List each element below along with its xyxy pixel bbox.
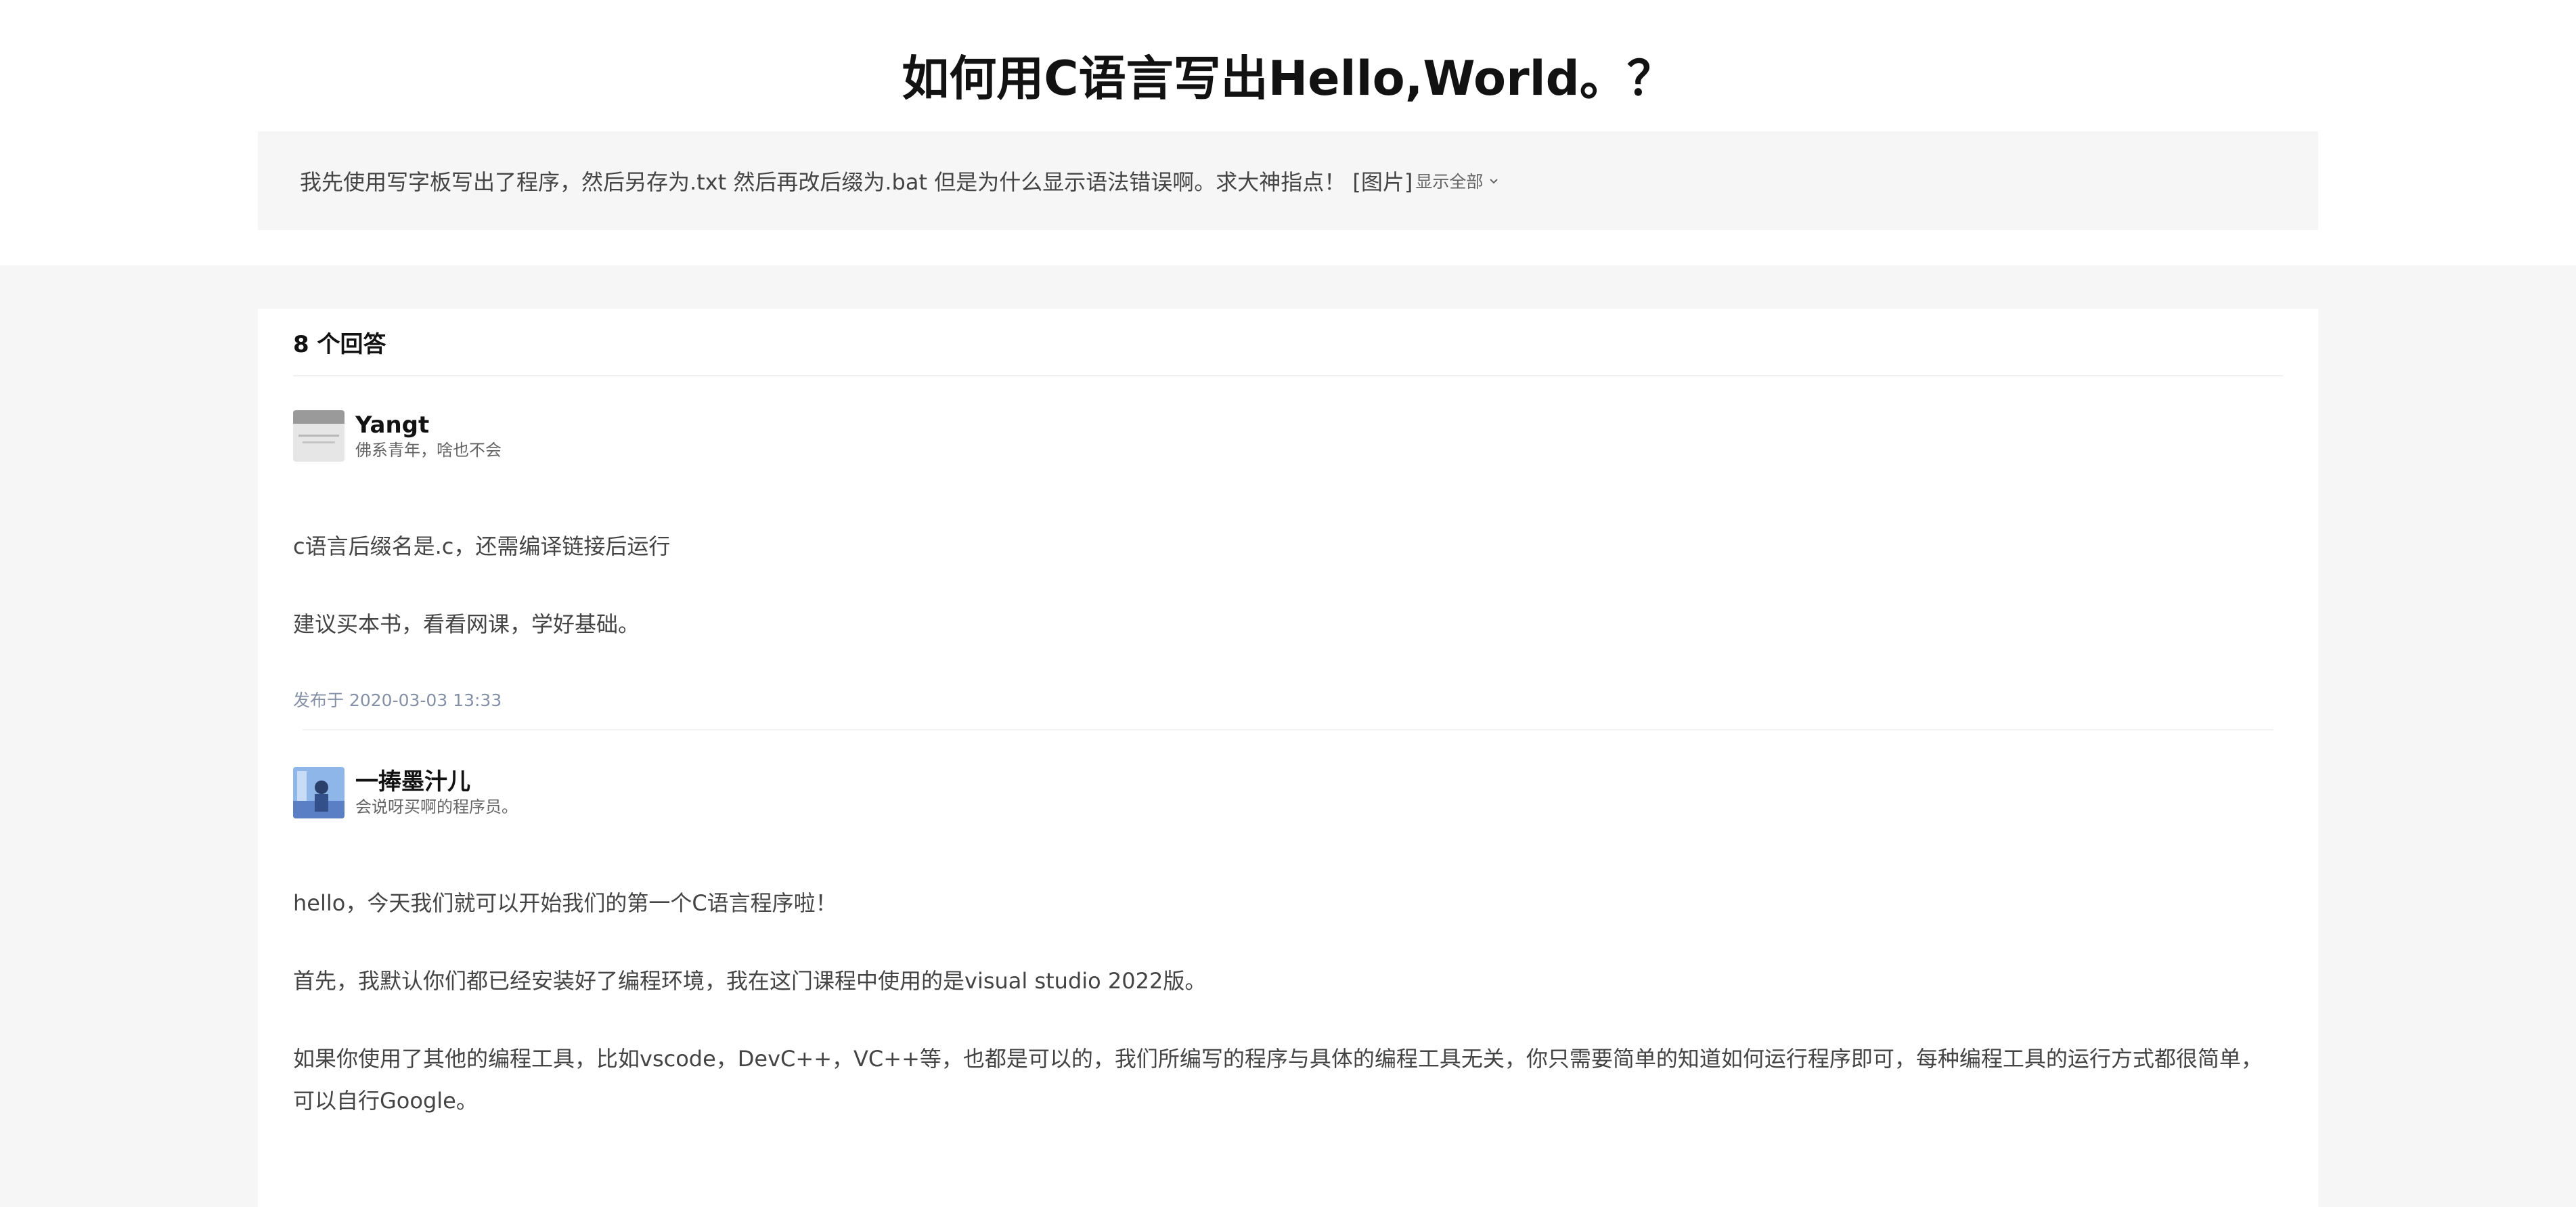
chevron-down-icon xyxy=(1490,179,1498,184)
answer-item: 一捧墨汁儿 会说呀买啊的程序员。 hello，今天我们就可以开始我们的第一个C语… xyxy=(293,730,2283,1122)
answer-paragraph: 建议买本书，看看网课，学好基础。 xyxy=(293,611,640,637)
question-header: 如何用C语言写出Hello,World。？ 我先使用写字板写出了程序，然后另存为… xyxy=(0,0,2576,265)
answers-list: 8 个回答 Yangt 佛系青年，啥也不会 c语言后缀名是.c，还需编译链接后运… xyxy=(258,309,2318,1207)
answer-paragraph: hello，今天我们就可以开始我们的第一个C语言程序啦！ xyxy=(293,890,837,916)
question-detail-text: 我先使用写字板写出了程序，然后另存为.txt 然后再改后缀为.bat 但是为什么… xyxy=(300,169,1413,195)
author-bio: 会说呀买啊的程序员。 xyxy=(355,797,518,816)
answer-paragraph: c语言后缀名是.c，还需编译链接后运行 xyxy=(293,533,671,559)
author-info: 一捧墨汁儿 会说呀买啊的程序员。 xyxy=(355,768,518,818)
author-name[interactable]: Yangt xyxy=(355,411,502,439)
author-info: Yangt 佛系青年，啥也不会 xyxy=(355,411,502,461)
answer-author: Yangt 佛系青年，啥也不会 xyxy=(293,409,2283,463)
question-detail: 我先使用写字板写出了程序，然后另存为.txt 然后再改后缀为.bat 但是为什么… xyxy=(258,131,2318,230)
show-all-label: 显示全部 xyxy=(1415,172,1484,192)
answer-author: 一捧墨汁儿 会说呀买啊的程序员。 xyxy=(293,766,2283,820)
avatar-image xyxy=(293,410,345,462)
question-title: 如何用C语言写出Hello,World。？ xyxy=(902,51,1674,106)
answer-paragraph: 如果你使用了其他的编程工具，比如vscode，DevC++，VC++等，也都是可… xyxy=(293,1046,2263,1114)
show-all-button[interactable]: 显示全部 xyxy=(1415,169,1501,193)
answer-item: Yangt 佛系青年，啥也不会 c语言后缀名是.c，还需编译链接后运行 建议买本… xyxy=(293,376,2283,714)
answers-count: 8 个回答 xyxy=(293,309,2283,376)
avatar[interactable] xyxy=(293,410,345,462)
answer-content: hello，今天我们就可以开始我们的第一个C语言程序啦！ 首先，我默认你们都已经… xyxy=(293,882,2283,1122)
avatar-image xyxy=(293,767,345,818)
avatar[interactable] xyxy=(293,767,345,818)
answer-content: c语言后缀名是.c，还需编译链接后运行 建议买本书，看看网课，学好基础。 xyxy=(293,525,2283,645)
answer-time[interactable]: 发布于 2020-03-03 13:33 xyxy=(293,687,2283,714)
author-name[interactable]: 一捧墨汁儿 xyxy=(355,768,518,796)
answer-paragraph: 首先，我默认你们都已经安装好了编程环境，我在这门课程中使用的是visual st… xyxy=(293,968,1207,994)
author-bio: 佛系青年，啥也不会 xyxy=(355,441,502,460)
